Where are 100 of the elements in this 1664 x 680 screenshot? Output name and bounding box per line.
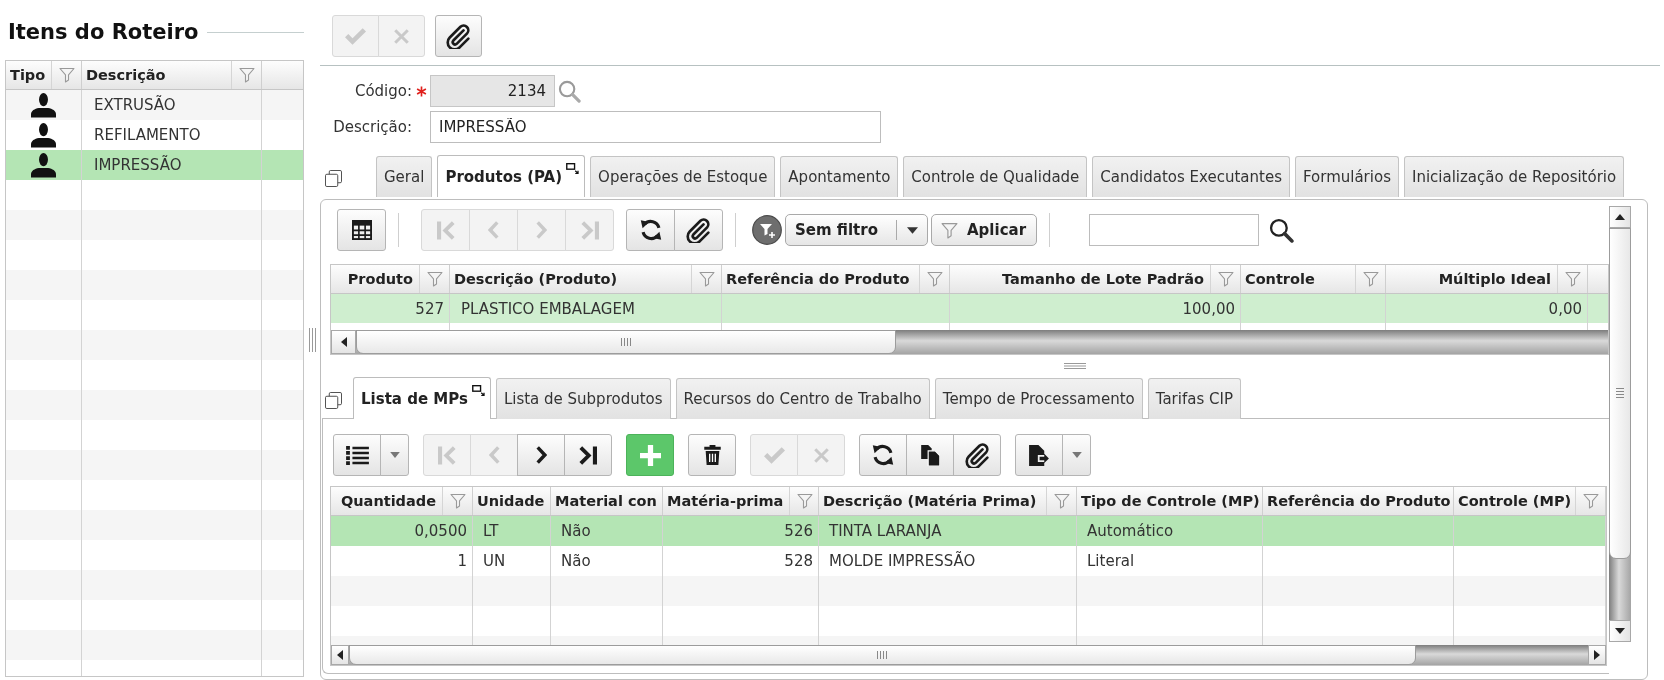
detach-icon[interactable]: [471, 385, 485, 396]
search-field[interactable]: [1089, 214, 1260, 246]
attach-button[interactable]: [953, 434, 1001, 476]
column-header[interactable]: Referência do Produto: [1263, 487, 1454, 515]
triangle-down-icon[interactable]: [1615, 628, 1625, 634]
table-row[interactable]: IMPRESSÃO: [6, 150, 303, 180]
copy-button[interactable]: [906, 434, 954, 476]
filter-icon[interactable]: [238, 67, 255, 83]
table-row[interactable]: EXTRUSÃO: [6, 90, 303, 120]
triangle-up-icon[interactable]: [1615, 214, 1625, 220]
triangle-right-icon[interactable]: [1594, 650, 1600, 660]
next-record-button[interactable]: [517, 434, 565, 476]
grip-icon[interactable]: [1064, 363, 1086, 369]
filter-icon[interactable]: [1582, 493, 1599, 509]
tab[interactable]: Inicialização de Repositório: [1403, 156, 1625, 197]
copy-icon[interactable]: [920, 444, 940, 466]
column-header[interactable]: Controle: [1241, 265, 1386, 293]
scroll-down-button[interactable]: [1609, 620, 1631, 642]
grid-view-button[interactable]: [337, 209, 386, 251]
column-header[interactable]: Tamanho de Lote Padrão: [950, 265, 1241, 293]
table-icon[interactable]: [351, 220, 372, 240]
tab[interactable]: Lista de Subprodutos: [495, 378, 671, 419]
paperclip-icon[interactable]: [446, 23, 471, 49]
restore-icon[interactable]: [325, 169, 342, 187]
column-header[interactable]: Referência do Produto: [722, 265, 950, 293]
filter-icon[interactable]: [1564, 271, 1581, 287]
tab[interactable]: Tarifas CIP: [1147, 378, 1241, 419]
horizontal-scrollbar[interactable]: [331, 645, 1606, 665]
column-header[interactable]: Descrição: [82, 61, 262, 89]
scrollbar-thumb[interactable]: [1609, 228, 1631, 559]
column-header[interactable]: Matéria-prima: [663, 487, 819, 515]
filter-icon[interactable]: [426, 271, 443, 287]
horizontal-scrollbar[interactable]: [331, 330, 1608, 354]
filter-icon[interactable]: [941, 221, 958, 239]
table-row[interactable]: 0,0500 LT Não 526 TINTA LARANJA Automático: [331, 516, 1606, 546]
search-icon[interactable]: [1269, 217, 1295, 243]
refresh-icon[interactable]: [871, 443, 895, 467]
scrollbar-thumb[interactable]: [349, 645, 1416, 665]
refresh-icon[interactable]: [638, 218, 663, 242]
caret-down-icon[interactable]: [906, 226, 918, 234]
filter-icon[interactable]: [796, 493, 813, 509]
tab[interactable]: Produtos (PA): [437, 155, 586, 197]
tab[interactable]: Formulários: [1294, 156, 1399, 197]
column-header[interactable]: Unidade: [473, 487, 551, 515]
detach-icon[interactable]: [566, 163, 580, 174]
table-row[interactable]: 1 UN Não 528 MOLDE IMPRESSÃO Literal: [331, 546, 1606, 576]
tab[interactable]: Lista de MPs: [353, 377, 491, 419]
tab[interactable]: Recursos do Centro de Trabalho: [675, 378, 930, 419]
triangle-left-icon[interactable]: [337, 650, 343, 660]
column-header[interactable]: Tipo: [6, 61, 82, 89]
column-header[interactable]: Material con: [551, 487, 663, 515]
tab[interactable]: Controle de Qualidade: [903, 156, 1088, 197]
paperclip-icon[interactable]: [686, 217, 711, 243]
plus-icon[interactable]: [639, 444, 661, 466]
filter-icon[interactable]: [1217, 271, 1234, 287]
column-header[interactable]: Tipo de Controle (MP): [1077, 487, 1263, 515]
export-icon[interactable]: [1029, 444, 1049, 466]
tab[interactable]: Candidatos Executantes: [1092, 156, 1290, 197]
tab[interactable]: Apontamento: [780, 156, 899, 197]
scroll-left-button[interactable]: [331, 330, 356, 354]
text-field[interactable]: IMPRESSÃO: [430, 111, 881, 143]
filter-icon[interactable]: [926, 271, 943, 287]
column-header[interactable]: Produto: [331, 265, 450, 293]
refresh-button[interactable]: [859, 434, 907, 476]
trash-icon[interactable]: [703, 445, 721, 465]
list-icon[interactable]: [345, 445, 369, 465]
scroll-up-button[interactable]: [1609, 206, 1631, 228]
filter-dropdown[interactable]: Sem filtro: [785, 214, 928, 246]
export-button[interactable]: [1015, 434, 1063, 476]
vertical-scrollbar[interactable]: [1609, 206, 1631, 642]
refresh-button[interactable]: [626, 209, 675, 251]
tab[interactable]: Geral: [376, 156, 433, 197]
filter-icon[interactable]: [1362, 271, 1379, 287]
filter-add-icon[interactable]: [752, 215, 782, 245]
scroll-right-button[interactable]: [1588, 645, 1606, 665]
restore-icon[interactable]: [325, 391, 342, 409]
filter-icon[interactable]: [698, 271, 715, 287]
column-header[interactable]: Controle (MP): [1454, 487, 1606, 515]
tab[interactable]: Operações de Estoque: [590, 156, 776, 197]
paperclip-icon[interactable]: [964, 442, 990, 468]
filter-icon[interactable]: [58, 67, 75, 83]
grip-icon[interactable]: [309, 328, 316, 352]
delete-button[interactable]: [688, 434, 736, 476]
grip-icon[interactable]: [1616, 388, 1624, 399]
tab[interactable]: Tempo de Processamento: [934, 378, 1143, 419]
chevron-right-icon[interactable]: [535, 445, 547, 465]
triangle-left-icon[interactable]: [340, 337, 347, 347]
code-field[interactable]: 2134: [430, 75, 555, 107]
scrollbar-thumb[interactable]: [356, 330, 896, 354]
column-header[interactable]: Descrição (Matéria Prima): [819, 487, 1077, 515]
grip-icon[interactable]: [877, 651, 888, 659]
table-row[interactable]: 527 PLASTICO EMBALAGEM 100,00 0,00: [331, 294, 1608, 323]
add-button[interactable]: [626, 434, 674, 476]
apply-filter-button[interactable]: Aplicar: [931, 214, 1038, 246]
last-record-button[interactable]: [564, 434, 612, 476]
column-header[interactable]: Quantidade: [331, 487, 473, 515]
column-header[interactable]: Descrição (Produto): [450, 265, 722, 293]
skip-last-icon[interactable]: [579, 444, 597, 466]
attach-button[interactable]: [674, 209, 723, 251]
attach-button[interactable]: [435, 15, 482, 57]
